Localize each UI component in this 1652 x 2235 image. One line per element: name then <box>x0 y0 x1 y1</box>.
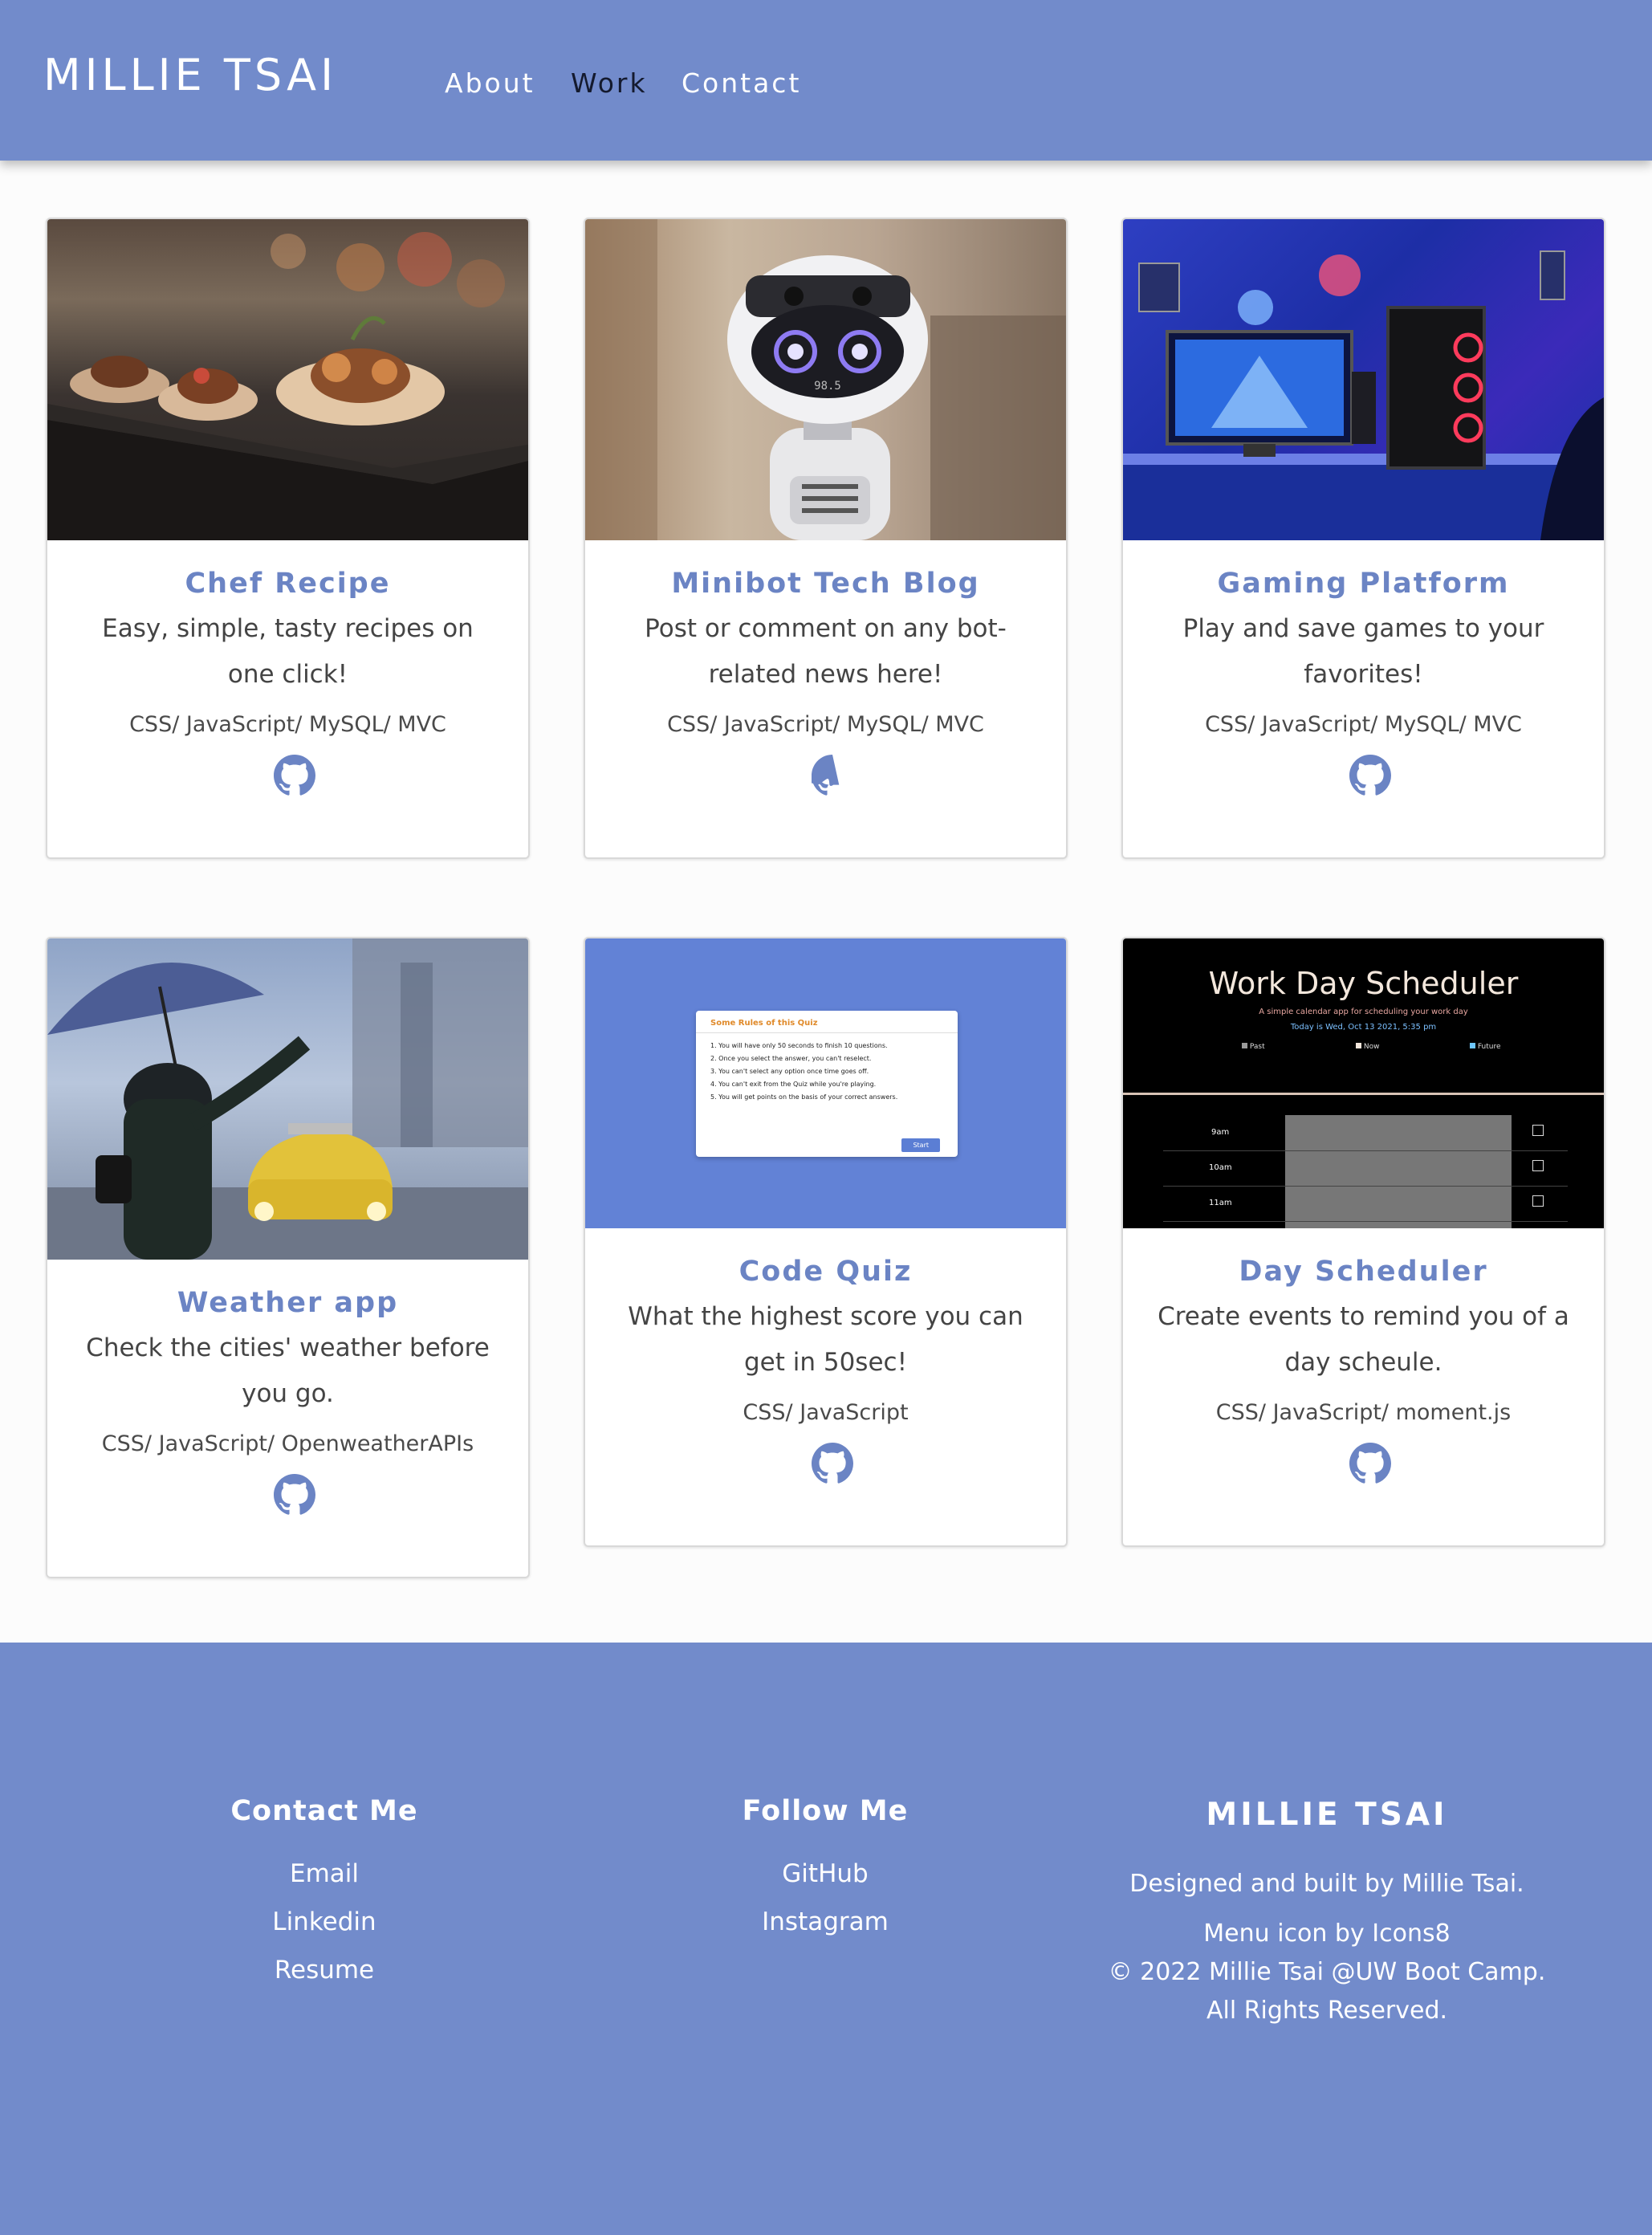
project-description: What the highest score you can get in 50… <box>628 1302 1023 1377</box>
save-icon <box>1532 1195 1544 1207</box>
scheduler-today: Today is Wed, Oct 13 2021, 5:35 pm <box>1290 1023 1437 1032</box>
github-icon[interactable] <box>811 755 853 796</box>
project-card-code-quiz: Some Rules of this Quiz 1. You will have… <box>584 937 1068 1547</box>
quiz-screenshot[interactable]: Some Rules of this Quiz 1. You will have… <box>585 938 1066 1228</box>
footer-brand: MILLIE TSAI <box>1206 1797 1448 1833</box>
github-icon[interactable] <box>1349 1443 1391 1484</box>
food-photo[interactable] <box>47 219 528 540</box>
hour-row: 10am <box>1163 1150 1568 1187</box>
footer-link-linkedin[interactable]: Linkedin <box>204 1907 445 1936</box>
robot-photo[interactable]: 98.5 <box>585 219 1066 540</box>
hour-label: 11am <box>1209 1199 1232 1207</box>
project-title[interactable]: Code Quiz <box>585 1256 1066 1288</box>
site-header: MILLIE TSAI About Work Contact <box>0 0 1652 161</box>
site-brand[interactable]: MILLIE TSAI <box>43 50 337 100</box>
quiz-rule: 3. You can't select any option once time… <box>710 1068 869 1075</box>
scheduler-screenshot[interactable]: Work Day Scheduler A simple calendar app… <box>1123 938 1604 1228</box>
hour-label: 9am <box>1211 1128 1230 1137</box>
scheduler-rows: 9am 10am 11am <box>1163 1115 1568 1228</box>
github-icon[interactable] <box>273 755 315 796</box>
quiz-start-button: Start <box>901 1138 940 1152</box>
nav-link-about[interactable]: About <box>445 67 535 99</box>
footer-about: MILLIE TSAI Designed and built by Millie… <box>1092 1797 1562 2030</box>
project-description: Check the cities' weather before you go. <box>86 1333 490 1408</box>
robot-display-text: 98.5 <box>814 380 841 393</box>
footer-icon-credit: Menu icon by Icons8 <box>1203 1919 1451 1948</box>
legend-future-label: Future <box>1477 1043 1501 1051</box>
quiz-rule: 1. You will have only 50 seconds to fini… <box>710 1042 888 1049</box>
save-icon <box>1532 1125 1544 1136</box>
quiz-rule: 2. Once you select the answer, you can't… <box>710 1055 872 1062</box>
project-tech-stack: CSS/ JavaScript/ MySQL/ MVC <box>667 712 984 737</box>
nav-link-work[interactable]: Work <box>571 67 648 99</box>
legend-future: Future <box>1470 1043 1501 1051</box>
quiz-rule: 4. You can't exit from the Quiz while yo… <box>710 1081 877 1088</box>
footer-contact-heading: Contact Me <box>230 1795 418 1827</box>
project-card-minibot: 98.5 Minibot Tech Blog Post or comment o… <box>584 218 1068 859</box>
hour-row: 9am <box>1163 1115 1568 1151</box>
project-tech-stack: CSS/ JavaScript/ MySQL/ MVC <box>129 712 446 737</box>
footer-link-resume[interactable]: Resume <box>204 1956 445 1985</box>
quiz-rule: 5. You will get points on the basis of y… <box>710 1093 898 1101</box>
footer-built-by: Designed and built by Millie Tsai. <box>1129 1870 1524 1898</box>
quiz-rules-heading: Some Rules of this Quiz <box>696 1011 958 1033</box>
project-description: Post or comment on any bot-related news … <box>645 614 1007 689</box>
footer-copyright: © 2022 Millie Tsai @UW Boot Camp. All Ri… <box>1108 1958 1546 2025</box>
project-description: Easy, simple, tasty recipes on one click… <box>102 614 474 689</box>
quiz-rules-box: Some Rules of this Quiz 1. You will have… <box>696 1011 958 1157</box>
project-tech-stack: CSS/ JavaScript/ moment.js <box>1215 1400 1512 1425</box>
project-card-day-scheduler: Work Day Scheduler A simple calendar app… <box>1121 937 1605 1547</box>
github-icon[interactable] <box>1349 755 1391 796</box>
scheduler-jumbotron: Work Day Scheduler A simple calendar app… <box>1123 938 1604 1095</box>
scheduler-title: Work Day Scheduler <box>1208 966 1519 1001</box>
legend-now-label: Now <box>1363 1043 1380 1051</box>
project-description: Play and save games to your favorites! <box>1182 614 1544 689</box>
legend-now: Now <box>1356 1043 1379 1051</box>
gaming-setup-photo[interactable] <box>1123 219 1604 540</box>
scheduler-subtitle: A simple calendar app for scheduling you… <box>1259 1008 1468 1016</box>
site-footer: Contact Me Email Linkedin Resume Follow … <box>0 1643 1652 2235</box>
footer-link-email[interactable]: Email <box>204 1859 445 1888</box>
food-photo-art <box>47 232 528 540</box>
project-title[interactable]: Day Scheduler <box>1123 1256 1604 1288</box>
project-title[interactable]: Weather app <box>47 1287 528 1319</box>
github-icon[interactable] <box>273 1474 315 1516</box>
footer-link-github[interactable]: GitHub <box>705 1859 946 1888</box>
footer-follow-heading: Follow Me <box>742 1795 909 1827</box>
hour-row: 11am <box>1163 1186 1568 1222</box>
nav-link-contact[interactable]: Contact <box>682 67 801 99</box>
footer-follow: Follow Me GitHub Instagram <box>705 1795 946 1936</box>
project-tech-stack: CSS/ JavaScript/ MySQL/ MVC <box>1205 712 1522 737</box>
legend-past-label: Past <box>1249 1043 1265 1051</box>
rain-umbrella-photo[interactable] <box>47 938 528 1260</box>
project-card-chef-recipe: Chef Recipe Easy, simple, tasty recipes … <box>46 218 530 859</box>
project-title[interactable]: Minibot Tech Blog <box>585 568 1066 600</box>
project-tech-stack: CSS/ JavaScript/ OpenweatherAPIs <box>101 1431 474 1456</box>
footer-link-instagram[interactable]: Instagram <box>705 1907 946 1936</box>
robot-photo-art: 98.5 <box>585 219 1066 540</box>
github-icon[interactable] <box>811 1443 853 1484</box>
rain-photo-art <box>47 938 528 1260</box>
legend-past: Past <box>1242 1043 1265 1051</box>
save-icon <box>1532 1160 1544 1171</box>
project-card-weather: Weather app Check the cities' weather be… <box>46 937 530 1578</box>
project-title[interactable]: Chef Recipe <box>47 568 528 600</box>
project-card-gaming: Gaming Platform Play and save games to y… <box>1121 218 1605 859</box>
project-description: Create events to remind you of a day sch… <box>1158 1302 1569 1377</box>
footer-contact: Contact Me Email Linkedin Resume <box>204 1795 445 1985</box>
gaming-photo-art <box>1123 250 1604 540</box>
project-tech-stack: CSS/ JavaScript <box>743 1400 909 1425</box>
project-title[interactable]: Gaming Platform <box>1123 568 1604 600</box>
hour-label: 10am <box>1209 1163 1232 1172</box>
